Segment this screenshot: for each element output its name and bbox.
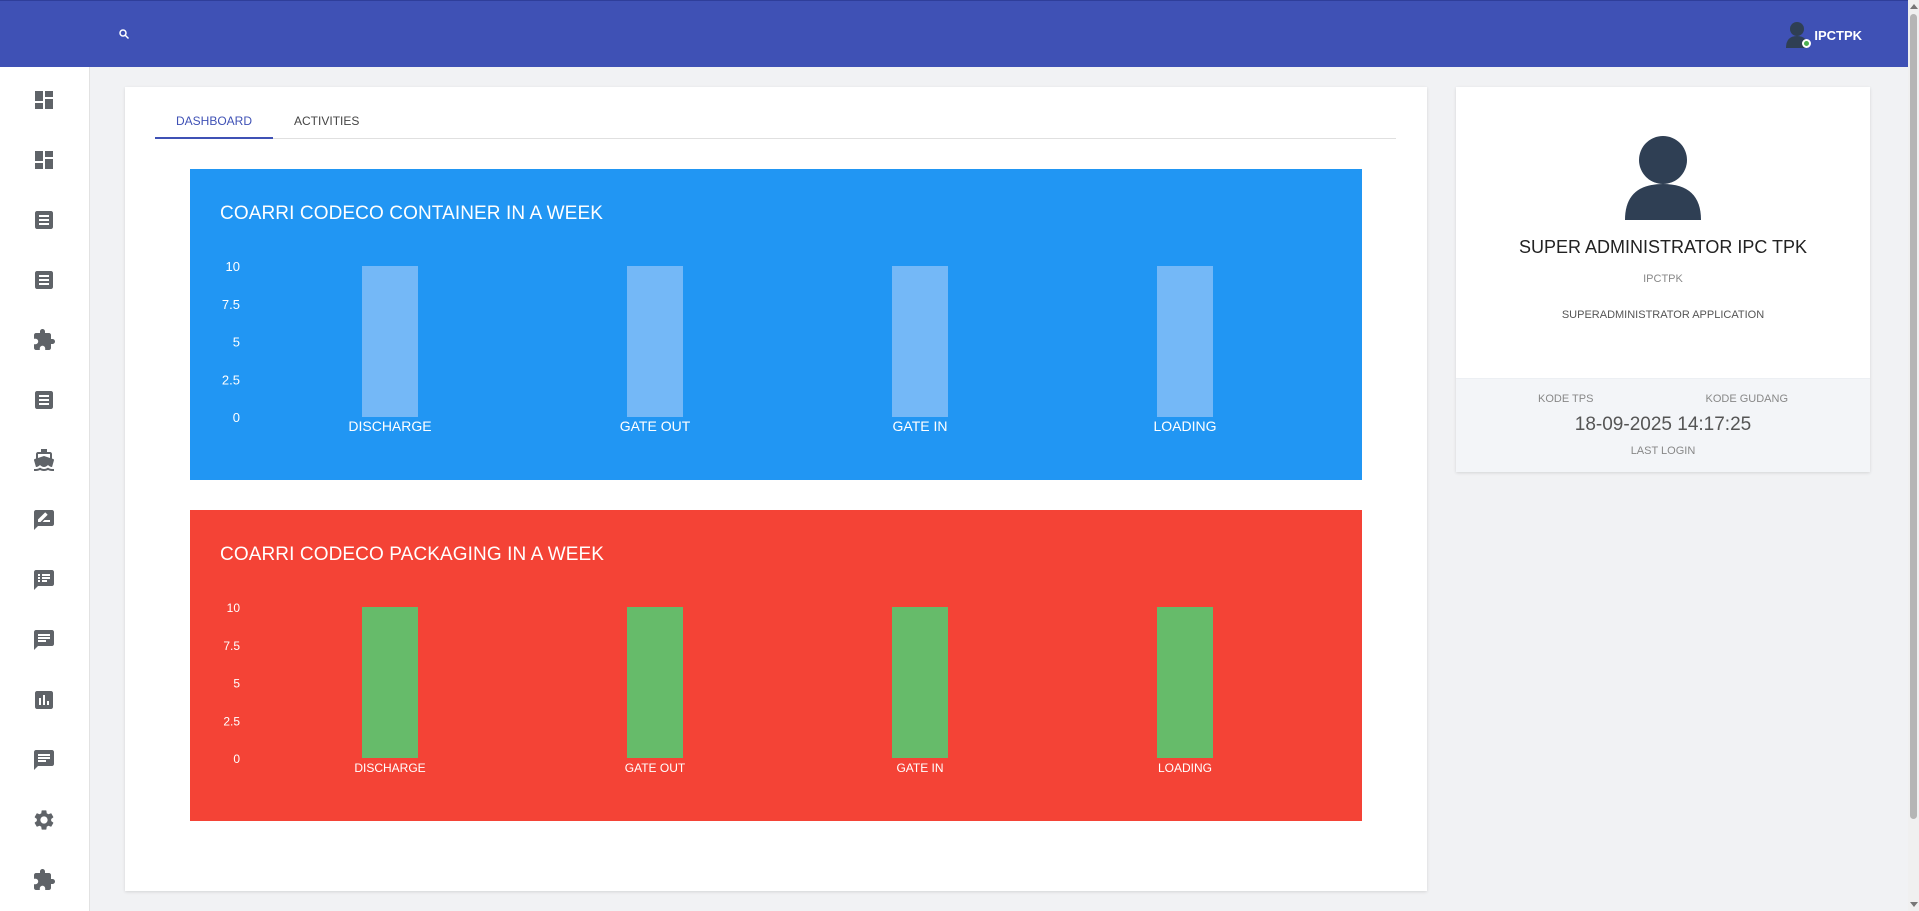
y-tick-label: 10 — [226, 259, 240, 274]
bar-loading[interactable] — [1157, 266, 1213, 417]
list-alt-icon — [35, 271, 53, 289]
profile-name: SUPER ADMINISTRATOR IPC TPK — [1518, 237, 1808, 257]
username: IPCTPK — [1814, 27, 1862, 43]
scroll-thumb[interactable] — [1910, 14, 1917, 819]
sidebar-item-settings[interactable] — [29, 805, 59, 835]
y-tick-label: 2.5 — [222, 372, 240, 387]
x-category-label: LOADING — [1158, 761, 1212, 775]
last-login-label: LAST LOGIN — [1630, 445, 1696, 457]
bar-discharge[interactable] — [362, 607, 418, 758]
ship-icon — [33, 449, 54, 471]
profile-card: SUPER ADMINISTRATOR IPC TPK IPCTPK SUPER… — [1456, 87, 1870, 472]
tab-activities[interactable]: ACTIVITIES — [273, 106, 380, 139]
list-alt-icon — [35, 391, 53, 409]
sidebar-item-dashboard-2[interactable] — [29, 145, 59, 175]
y-tick-label: 7.5 — [222, 297, 240, 312]
sidebar-item-list-2[interactable] — [29, 265, 59, 295]
x-category-label: GATE IN — [893, 418, 948, 434]
sidebar-item-list-1[interactable] — [29, 205, 59, 235]
scroll-down-arrow-icon[interactable] — [1910, 902, 1918, 907]
y-tick-label: 5 — [233, 677, 240, 691]
sidebar — [0, 67, 90, 911]
x-category-label: DISCHARGE — [354, 761, 425, 775]
dashboard-icon — [35, 91, 53, 109]
search-icon[interactable] — [118, 27, 132, 41]
kode-tps-label: KODE TPS — [1538, 393, 1594, 405]
last-login-value: 18-09-2025 14:17:25 — [1574, 414, 1752, 435]
chat-icon — [34, 630, 54, 650]
sidebar-item-review[interactable] — [29, 505, 59, 535]
tab-dashboard[interactable]: DASHBOARD — [155, 106, 274, 139]
bar-chart-icon — [35, 691, 53, 709]
page-scrollbar[interactable] — [1908, 0, 1919, 911]
y-tick-label: 2.5 — [223, 714, 240, 728]
y-tick-label: 7.5 — [223, 639, 240, 653]
y-tick-label: 0 — [233, 752, 240, 766]
chat-icon — [34, 750, 54, 770]
kode-gudang-label: KODE GUDANG — [1705, 393, 1788, 405]
sidebar-item-report[interactable] — [29, 685, 59, 715]
y-tick-label: 5 — [233, 335, 240, 350]
x-category-label: DISCHARGE — [348, 418, 431, 434]
settings-icon — [34, 810, 54, 830]
sidebar-item-dashboard[interactable] — [29, 85, 59, 115]
list-alt-icon — [35, 211, 53, 229]
top-bar: IPCTPK — [0, 0, 1908, 67]
avatar-icon — [1784, 21, 1812, 49]
profile-footer: KODE TPS KODE GUDANG 18-09-2025 14:17:25… — [1456, 378, 1870, 472]
container-bar-chart: 0 2.5 5 7.5 10 DISCHARGE GATE OUT GATE IN LOADIN… — [222, 259, 1217, 434]
sidebar-item-chat-list[interactable] — [29, 565, 59, 595]
user-menu[interactable]: IPCTPK — [1784, 21, 1862, 49]
x-category-label: LOADING — [1153, 418, 1216, 434]
sidebar-item-chat-2[interactable] — [29, 745, 59, 775]
dashboard-card: DASHBOARD ACTIVITIES COARRI CODECO CONTA… — [125, 87, 1427, 891]
packaging-chart-panel: COARRI CODECO PACKAGING IN A WEEK 0 2.5 5 7… — [190, 510, 1362, 821]
profile-org: IPCTPK — [1643, 273, 1683, 285]
sidebar-item-extension[interactable] — [29, 325, 59, 355]
bar-gate-out[interactable] — [627, 607, 683, 758]
y-tick-label: 10 — [227, 601, 241, 615]
bar-gate-in[interactable] — [892, 607, 948, 758]
bar-gate-in[interactable] — [892, 266, 948, 417]
packaging-bar-chart: 0 2.5 5 7.5 10 DISCHARGE GATE OUT GATE IN LOADIN… — [223, 601, 1213, 775]
dashboard-icon — [35, 151, 53, 169]
sidebar-item-extension-2[interactable] — [29, 865, 59, 895]
bar-gate-out[interactable] — [627, 266, 683, 417]
container-chart-panel: COARRI CODECO CONTAINER IN A WEEK 0 2.5 5 7… — [190, 169, 1362, 480]
sidebar-item-chat-1[interactable] — [29, 625, 59, 655]
scroll-up-arrow-icon[interactable] — [1910, 4, 1918, 9]
user-avatar-icon — [1622, 134, 1704, 220]
puzzle-icon — [34, 869, 55, 890]
chat-list-icon — [34, 570, 54, 590]
rate-review-icon — [34, 510, 54, 530]
profile-role: SUPERADMINISTRATOR APPLICATION — [1561, 309, 1765, 321]
x-category-label: GATE IN — [896, 761, 943, 775]
puzzle-icon — [34, 329, 55, 350]
bar-discharge[interactable] — [362, 266, 418, 417]
x-category-label: GATE OUT — [620, 418, 691, 434]
tab-bar: DASHBOARD ACTIVITIES — [155, 106, 1396, 139]
y-tick-label: 0 — [233, 410, 240, 425]
sidebar-item-list-3[interactable] — [29, 385, 59, 415]
sidebar-item-ship[interactable] — [29, 445, 59, 475]
x-category-label: GATE OUT — [625, 761, 686, 775]
bar-loading[interactable] — [1157, 607, 1213, 758]
